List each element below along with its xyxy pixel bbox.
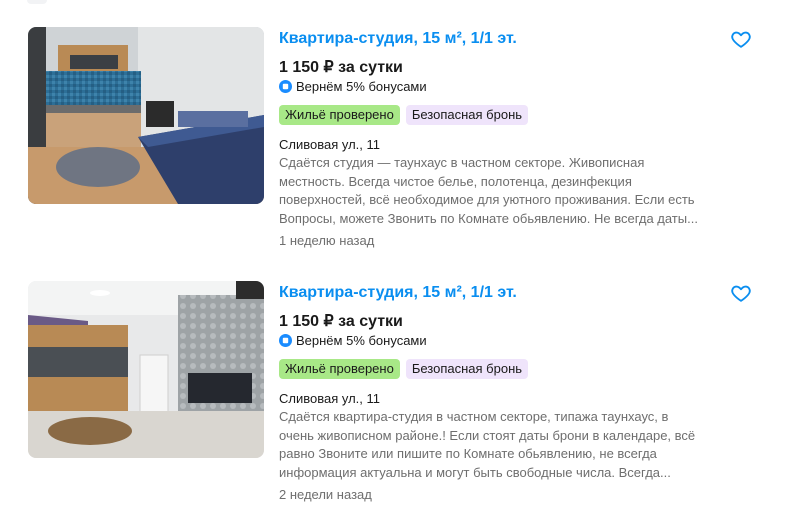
listing-price: 1 150 ₽ за сутки: [279, 59, 403, 76]
previous-item-edge: [27, 0, 47, 4]
listing-description: Сдаётся квартира-студия в частном сектор…: [279, 408, 749, 482]
listing-description: Сдаётся студия — таунхаус в частном сект…: [279, 154, 749, 228]
description-line: Сдаётся квартира-студия в частном сектор…: [279, 409, 669, 424]
heart-outline-icon[interactable]: [730, 282, 752, 304]
listing-date: 1 неделю назад: [279, 233, 375, 248]
listing-date: 2 недели назад: [279, 487, 372, 502]
badge-safe-booking: Безопасная бронь: [405, 105, 529, 125]
listing-title[interactable]: Квартира-студия, 15 м², 1/1 эт.: [279, 284, 517, 302]
description-line: местность. Всегда чистое белье, полотенц…: [279, 173, 632, 189]
description-line: Сдаётся студия — таунхаус в частном сект…: [279, 155, 645, 170]
description-line: Вопросы, можете Звонить по Комнате обьяв…: [279, 210, 698, 226]
description-line: очень живописном районе.! Если стоят дат…: [279, 427, 696, 443]
badge-list: Жильё проверено Безопасная бронь: [279, 105, 529, 125]
listing-price: 1 150 ₽ за сутки: [279, 313, 403, 330]
listing-address: Сливовая ул., 11: [279, 391, 380, 406]
bonus-coin-icon: [279, 80, 292, 93]
badge-safe-booking: Безопасная бронь: [405, 359, 529, 379]
bonus-row: Вернём 5% бонусами: [279, 333, 427, 348]
badge-verified: Жильё проверено: [279, 105, 400, 125]
listing-title[interactable]: Квартира-студия, 15 м², 1/1 эт.: [279, 30, 517, 48]
bonus-row: Вернём 5% бонусами: [279, 79, 427, 94]
description-line: поверхностей, всё необходимое для уютног…: [279, 192, 695, 207]
bonus-text: Вернём 5% бонусами: [296, 79, 427, 94]
bonus-text: Вернём 5% бонусами: [296, 333, 427, 348]
badge-list: Жильё проверено Безопасная бронь: [279, 359, 529, 379]
description-line: равно Звоните или пишите по Комнате обья…: [279, 446, 657, 461]
listing-photo[interactable]: [28, 281, 264, 458]
listing-address: Сливовая ул., 11: [279, 137, 380, 152]
listing-photo[interactable]: [28, 27, 264, 204]
bonus-coin-icon: [279, 334, 292, 347]
heart-outline-icon[interactable]: [730, 28, 752, 50]
description-line: информация актуальна и могут быть свобод…: [279, 464, 671, 480]
badge-verified: Жильё проверено: [279, 359, 400, 379]
